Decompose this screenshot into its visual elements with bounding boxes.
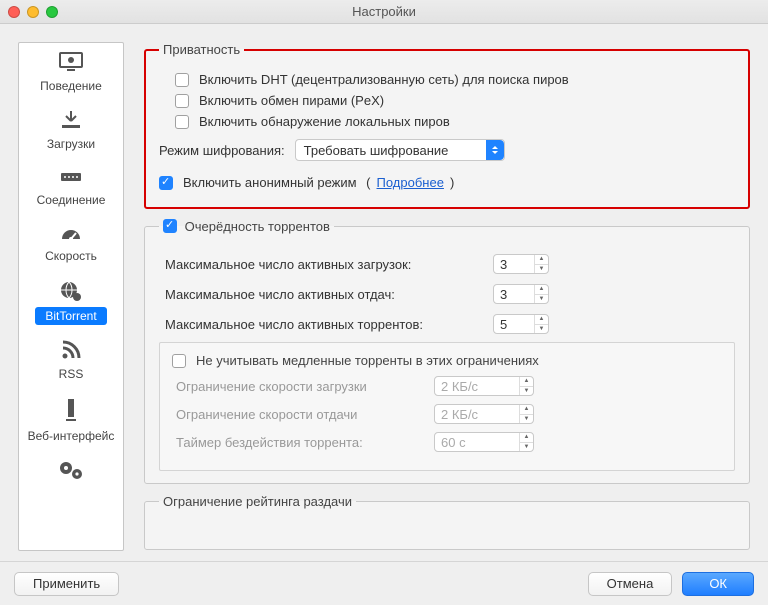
sidebar-item-Скорость[interactable]: Скорость bbox=[19, 215, 123, 271]
anonymous-checkbox[interactable] bbox=[159, 176, 173, 190]
slow-torrents-subgroup: Не учитывать медленные торренты в этих о… bbox=[159, 342, 735, 471]
sidebar-item-label: BitTorrent bbox=[35, 307, 106, 325]
sidebar-item-label: Соединение bbox=[33, 191, 110, 209]
sidebar-item-Веб-интерфейс[interactable]: Веб-интерфейс bbox=[19, 389, 123, 451]
network-icon bbox=[21, 167, 121, 187]
rss-icon bbox=[21, 339, 121, 361]
queue-legend: Очерёдность торрентов bbox=[185, 219, 330, 234]
sidebar-item-label: Загрузки bbox=[43, 135, 99, 153]
cogs-icon bbox=[21, 459, 121, 481]
encryption-value: Требовать шифрование bbox=[304, 143, 449, 158]
gauge-icon bbox=[21, 223, 121, 243]
learn-more-link[interactable]: Подробнее bbox=[377, 175, 444, 190]
inactivity-input: 60 с bbox=[434, 432, 534, 452]
titlebar: Настройки bbox=[0, 0, 768, 24]
sidebar-item-label: RSS bbox=[55, 365, 88, 383]
lpd-label: Включить обнаружение локальных пиров bbox=[199, 114, 450, 129]
queue-group: Очерёдность торрентов Максимальное число… bbox=[144, 219, 750, 484]
sidebar-item-label: Поведение bbox=[36, 77, 106, 95]
window-title: Настройки bbox=[352, 4, 416, 19]
server-icon bbox=[21, 397, 121, 423]
slow-dl-label: Ограничение скорости загрузки bbox=[176, 379, 426, 394]
max-torrents-label: Максимальное число активных торрентов: bbox=[165, 317, 485, 332]
sidebar-item-label: Скорость bbox=[41, 247, 101, 265]
slow-ul-label: Ограничение скорости отдачи bbox=[176, 407, 426, 422]
max-uploads-label: Максимальное число активных отдач: bbox=[165, 287, 485, 302]
queue-toggle-checkbox[interactable] bbox=[163, 219, 177, 233]
privacy-legend: Приватность bbox=[159, 42, 244, 57]
download-icon bbox=[21, 109, 121, 131]
cancel-button[interactable]: Отмена bbox=[588, 572, 673, 596]
max-uploads-input[interactable]: 3 bbox=[493, 284, 549, 304]
monitor-gear-icon bbox=[21, 51, 121, 73]
close-icon[interactable] bbox=[8, 6, 20, 18]
privacy-group: Приватность Включить DHT (децентрализова… bbox=[144, 42, 750, 209]
lpd-checkbox[interactable] bbox=[175, 115, 189, 129]
apply-button[interactable]: Применить bbox=[14, 572, 119, 596]
ok-button[interactable]: ОК bbox=[682, 572, 754, 596]
max-downloads-label: Максимальное число активных загрузок: bbox=[165, 257, 485, 272]
chevron-updown-icon bbox=[486, 140, 504, 160]
dht-label: Включить DHT (децентрализованную сеть) д… bbox=[199, 72, 569, 87]
sidebar-item-7[interactable] bbox=[19, 451, 123, 491]
encryption-label: Режим шифрования: bbox=[159, 143, 285, 158]
footer: Применить Отмена ОК bbox=[0, 561, 768, 605]
sidebar-item-BitTorrent[interactable]: BitTorrent bbox=[19, 271, 123, 331]
zoom-icon[interactable] bbox=[46, 6, 58, 18]
globe-gear-icon bbox=[21, 279, 121, 303]
minimize-icon[interactable] bbox=[27, 6, 39, 18]
ratio-group: Ограничение рейтинга раздачи bbox=[144, 494, 750, 550]
sidebar-item-label: Веб-интерфейс bbox=[24, 427, 119, 445]
ignore-slow-label: Не учитывать медленные торренты в этих о… bbox=[196, 353, 539, 368]
sidebar-item-RSS[interactable]: RSS bbox=[19, 331, 123, 389]
sidebar-item-Поведение[interactable]: Поведение bbox=[19, 43, 123, 101]
max-downloads-input[interactable]: 3 bbox=[493, 254, 549, 274]
pex-label: Включить обмен пирами (PeX) bbox=[199, 93, 384, 108]
slow-dl-input: 2 КБ/с bbox=[434, 376, 534, 396]
dht-checkbox[interactable] bbox=[175, 73, 189, 87]
slow-ul-input: 2 КБ/с bbox=[434, 404, 534, 424]
ratio-legend: Ограничение рейтинга раздачи bbox=[159, 494, 356, 509]
ignore-slow-checkbox[interactable] bbox=[172, 354, 186, 368]
max-torrents-input[interactable]: 5 bbox=[493, 314, 549, 334]
pex-checkbox[interactable] bbox=[175, 94, 189, 108]
sidebar-item-Соединение[interactable]: Соединение bbox=[19, 159, 123, 215]
sidebar-item-Загрузки[interactable]: Загрузки bbox=[19, 101, 123, 159]
inactivity-label: Таймер бездействия торрента: bbox=[176, 435, 426, 450]
sidebar: Поведение Загрузки Соединение Скорость BitTo… bbox=[18, 42, 124, 551]
anonymous-label: Включить анонимный режим bbox=[183, 175, 357, 190]
encryption-select[interactable]: Требовать шифрование bbox=[295, 139, 505, 161]
